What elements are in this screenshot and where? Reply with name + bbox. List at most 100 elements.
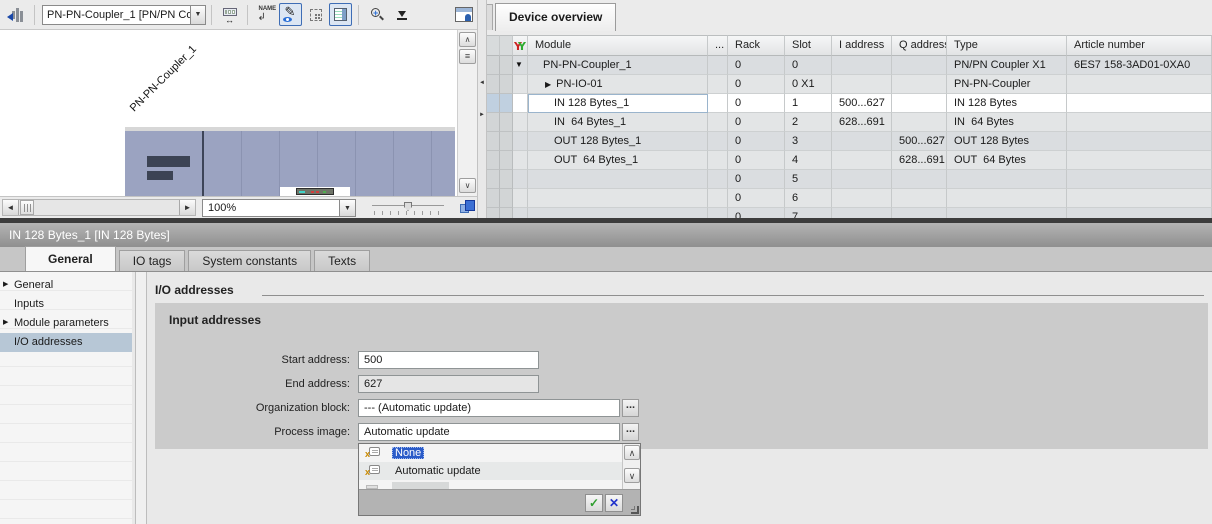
row-header-cell[interactable] <box>500 94 513 113</box>
type-cell[interactable] <box>947 170 1067 189</box>
qaddress-cell[interactable]: 628...691 <box>892 151 947 170</box>
chevron-down-icon[interactable]: ▼ <box>190 5 206 25</box>
type-cell[interactable]: OUT 64 Bytes <box>947 151 1067 170</box>
row-header-cell[interactable] <box>500 132 513 151</box>
tree-expand-cell[interactable] <box>513 189 528 208</box>
slot-cell[interactable]: 6 <box>785 189 832 208</box>
process-image-browse-button[interactable]: ... <box>622 423 639 441</box>
type-cell[interactable]: IN 64 Bytes <box>947 113 1067 132</box>
rack-cell[interactable]: 0 <box>728 56 785 75</box>
qaddress-cell[interactable] <box>892 189 947 208</box>
article-cell[interactable] <box>1067 151 1212 170</box>
module-cell[interactable]: PN-PN-Coupler_1 <box>528 56 708 75</box>
article-cell[interactable]: 6ES7 158-3AD01-0XA0 <box>1067 56 1212 75</box>
device-selector[interactable]: PN-PN-Coupler_1 [PN/PN Coup ▼ <box>42 5 206 25</box>
comment-cell[interactable] <box>708 113 728 132</box>
rack-cell[interactable]: 0 <box>728 132 785 151</box>
scroll-left-icon[interactable]: ◄ <box>3 200 19 215</box>
slot-cell[interactable]: 3 <box>785 132 832 151</box>
iaddress-cell[interactable] <box>832 189 892 208</box>
dropdown-scrollbar[interactable]: ∧ ∨ <box>622 444 640 489</box>
article-cell[interactable] <box>1067 170 1212 189</box>
nav-item-inputs[interactable]: Inputs <box>0 295 132 314</box>
snap-grid-button[interactable] <box>304 3 327 26</box>
device-canvas-label[interactable]: PN-PN-Coupler_1 <box>127 42 200 115</box>
dropdown-item[interactable]: x Automatic update <box>359 462 622 480</box>
qaddress-cell[interactable] <box>892 75 947 94</box>
slot-cell[interactable]: 4 <box>785 151 832 170</box>
zoom-level-select[interactable]: 100% ▼ <box>202 199 356 217</box>
comment-cell[interactable] <box>708 132 728 151</box>
nav-item-i-o-addresses[interactable]: I/O addresses <box>0 333 132 352</box>
cancel-button[interactable]: ✕ <box>605 494 623 512</box>
tree-expand-cell[interactable] <box>513 75 528 94</box>
start-address-field[interactable]: 500 <box>358 351 539 369</box>
qaddress-cell[interactable] <box>892 170 947 189</box>
row-header-cell[interactable] <box>500 56 513 75</box>
canvas-vertical-scrollbar[interactable]: ∧ ≡ ∨ <box>457 30 477 196</box>
column-header-iaddress[interactable]: I address <box>832 35 892 56</box>
module-cell[interactable]: ▶PN-IO-01 <box>528 75 708 94</box>
nav-arrow-icon[interactable]: ▶ <box>3 314 8 332</box>
comment-cell[interactable] <box>708 94 728 113</box>
slot-cell[interactable]: 1 <box>785 94 832 113</box>
article-cell[interactable] <box>1067 75 1212 94</box>
device-selector-value[interactable]: PN-PN-Coupler_1 [PN/PN Coup <box>42 5 190 25</box>
column-header-qaddress[interactable]: Q address <box>892 35 947 56</box>
export-view-button[interactable] <box>390 3 413 26</box>
confirm-button[interactable]: ✓ <box>585 494 603 512</box>
iaddress-cell[interactable] <box>832 170 892 189</box>
tab-texts[interactable]: Texts <box>314 250 370 271</box>
table-row[interactable]: IN 64 Bytes_1 0 2 628...691 IN 64 Bytes <box>487 113 1212 132</box>
scroll-down-icon[interactable]: ∨ <box>624 468 640 483</box>
zoom-in-button[interactable]: + <box>365 3 388 26</box>
tree-expand-cell[interactable] <box>513 151 528 170</box>
scroll-up-icon[interactable]: ∧ <box>624 445 640 460</box>
qaddress-cell[interactable]: 500...627 <box>892 132 947 151</box>
slot-cell[interactable]: 5 <box>785 170 832 189</box>
tree-expand-cell[interactable] <box>513 94 528 113</box>
iaddress-cell[interactable]: 500...627 <box>832 94 892 113</box>
tree-expand-cell[interactable] <box>513 113 528 132</box>
organization-block-field[interactable]: --- (Automatic update) <box>358 399 620 417</box>
column-header-icon-cell[interactable]: YY <box>513 35 528 56</box>
table-row[interactable]: OUT 128 Bytes_1 0 3 500...627 OUT 128 By… <box>487 132 1212 151</box>
comment-cell[interactable] <box>708 189 728 208</box>
show-overview-toggle-button[interactable] <box>329 3 352 26</box>
column-header-article[interactable]: Article number <box>1067 35 1212 56</box>
table-row[interactable]: OUT 64 Bytes_1 0 4 628...691 OUT 64 Byte… <box>487 151 1212 170</box>
module-cell[interactable] <box>528 170 708 189</box>
row-header-cell[interactable] <box>500 113 513 132</box>
slot-cell[interactable]: 0 <box>785 56 832 75</box>
qaddress-cell[interactable] <box>892 56 947 75</box>
collapse-left-icon[interactable]: ◄ <box>479 80 485 86</box>
chevron-down-icon[interactable]: ▼ <box>340 199 356 217</box>
row-header-cell[interactable] <box>487 170 500 189</box>
scroll-up-icon[interactable]: ∧ <box>459 32 476 47</box>
row-header-cell[interactable] <box>487 113 500 132</box>
organization-block-browse-button[interactable]: ... <box>622 399 639 417</box>
table-row[interactable]: IN 128 Bytes_1 0 1 500...627 IN 128 Byte… <box>487 94 1212 113</box>
pane-splitter[interactable]: ◄ ► <box>477 0 487 218</box>
iaddress-cell[interactable] <box>832 132 892 151</box>
tab-general[interactable]: General <box>25 246 116 271</box>
type-cell[interactable]: PN-PN-Coupler <box>947 75 1067 94</box>
row-header-cell[interactable] <box>500 189 513 208</box>
article-cell[interactable] <box>1067 94 1212 113</box>
row-header-cell[interactable] <box>487 151 500 170</box>
device-graphic-canvas[interactable]: PN-PN-Coupler_1 <box>0 30 457 196</box>
column-header-module[interactable]: Module <box>528 35 708 56</box>
table-row[interactable]: ▶PN-IO-01 0 0 X1 PN-PN-Coupler <box>487 75 1212 94</box>
show-addresses-button[interactable]: ↔ <box>218 3 241 26</box>
tab-device-overview[interactable]: Device overview <box>495 3 616 31</box>
qaddress-cell[interactable] <box>892 113 947 132</box>
slot-cell[interactable]: 0 X1 <box>785 75 832 94</box>
dropdown-item-partial[interactable] <box>359 480 622 489</box>
module-cell[interactable]: OUT 64 Bytes_1 <box>528 151 708 170</box>
device-rack[interactable] <box>125 131 455 196</box>
row-header-cell[interactable] <box>487 56 500 75</box>
rack-cell[interactable]: 0 <box>728 170 785 189</box>
row-header-cell[interactable] <box>487 75 500 94</box>
module-cell[interactable]: IN 128 Bytes_1 <box>528 94 708 113</box>
canvas-horizontal-scrollbar[interactable]: ◄ ► <box>2 199 196 216</box>
